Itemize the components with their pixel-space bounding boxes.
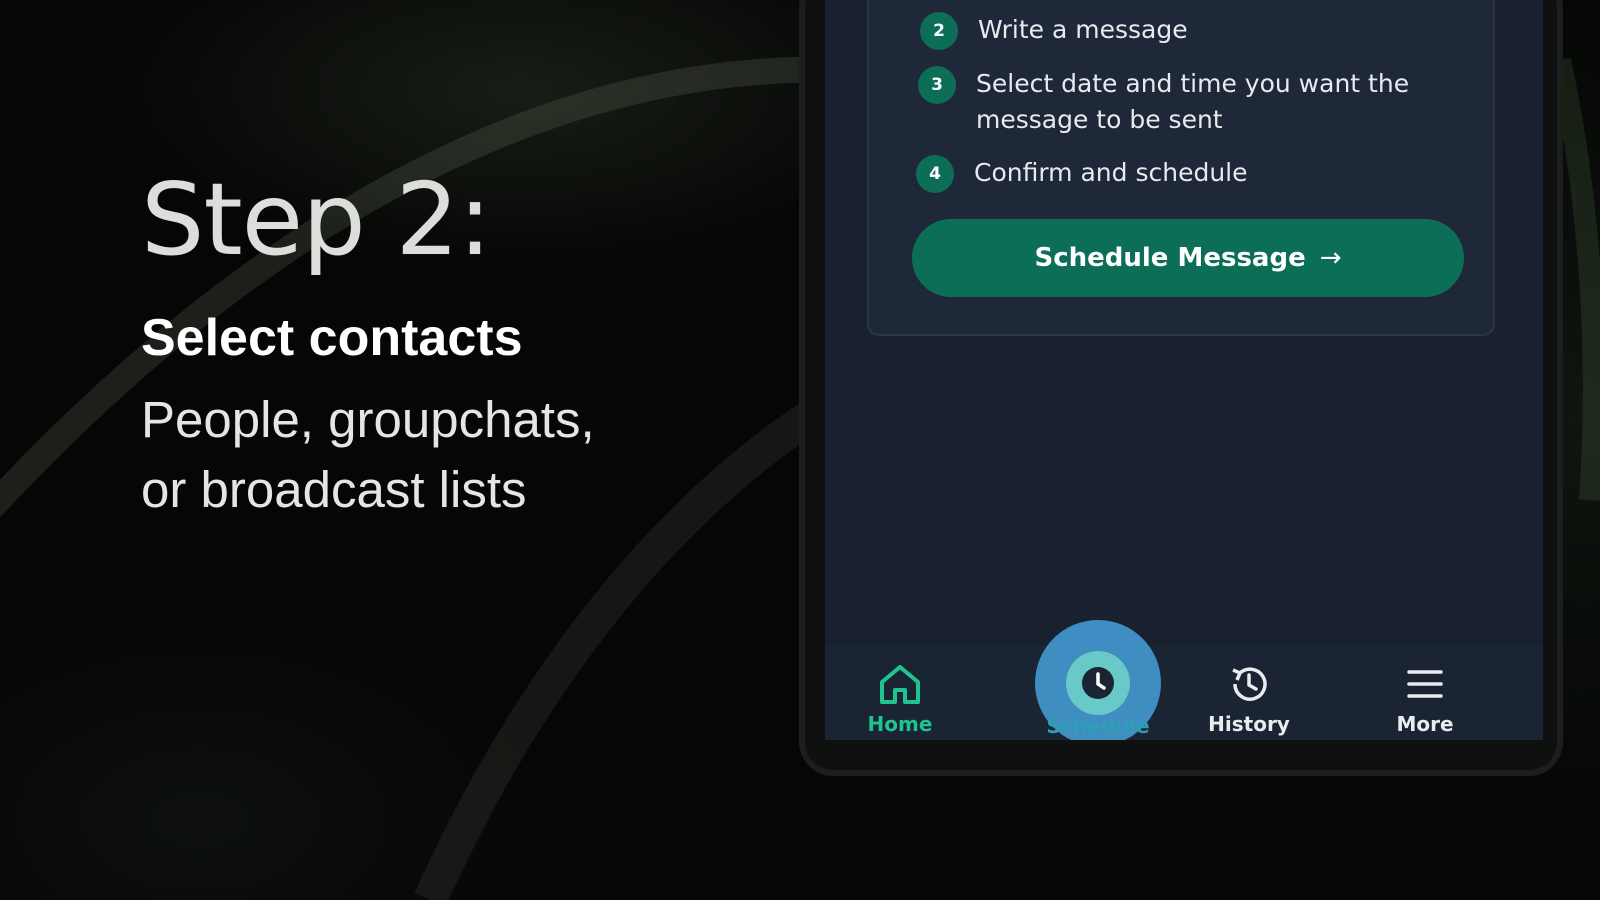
instructions-card: 2 Write a message 3 Select date and time…	[867, 0, 1495, 336]
step-description-line-2: or broadcast lists	[141, 461, 527, 518]
step-item-2: 2 Write a message	[920, 12, 1188, 50]
step-text: Confirm and schedule	[974, 155, 1248, 191]
nav-item-home[interactable]: Home	[825, 646, 975, 740]
step-heading: Select contacts	[141, 309, 523, 367]
nav-item-history[interactable]: History	[1174, 646, 1324, 740]
schedule-message-button[interactable]: Schedule Message →	[912, 219, 1464, 297]
step-text-line: Write a message	[978, 15, 1188, 44]
step-description-line-1: People, groupchats,	[141, 391, 595, 448]
nav-label-more: More	[1396, 712, 1454, 736]
nav-label-schedule: Schedule	[1046, 714, 1150, 738]
nav-label-history: History	[1208, 712, 1290, 736]
phone-screen: 2 Write a message 3 Select date and time…	[825, 0, 1543, 740]
step-number-badge: 3	[918, 66, 956, 104]
step-number-badge: 2	[920, 12, 958, 50]
history-icon	[1232, 667, 1267, 701]
nav-item-more[interactable]: More	[1350, 646, 1500, 740]
step-text-line: Confirm and schedule	[974, 158, 1248, 187]
nav-label-home: Home	[867, 712, 933, 736]
step-item-4: 4 Confirm and schedule	[916, 155, 1248, 193]
arrow-right-icon: →	[1319, 243, 1342, 273]
step-text: Select date and time you want the messag…	[976, 66, 1409, 138]
step-text-line: message to be sent	[976, 105, 1223, 134]
step-number-badge: 4	[916, 155, 954, 193]
step-description: People, groupchats, or broadcast lists	[141, 385, 741, 525]
home-icon	[880, 665, 920, 704]
step-text-line: Select date and time you want the	[976, 69, 1410, 98]
step-text: Write a message	[978, 12, 1188, 48]
bottom-nav: Home Schedule History More	[825, 620, 1543, 740]
step-title: Step 2:	[141, 161, 492, 278]
schedule-icon-circle	[1066, 651, 1130, 715]
clock-icon	[1082, 667, 1114, 699]
menu-icon	[1407, 670, 1443, 698]
schedule-message-label: Schedule Message	[1034, 243, 1306, 273]
step-item-3: 3 Select date and time you want the mess…	[918, 66, 1409, 138]
